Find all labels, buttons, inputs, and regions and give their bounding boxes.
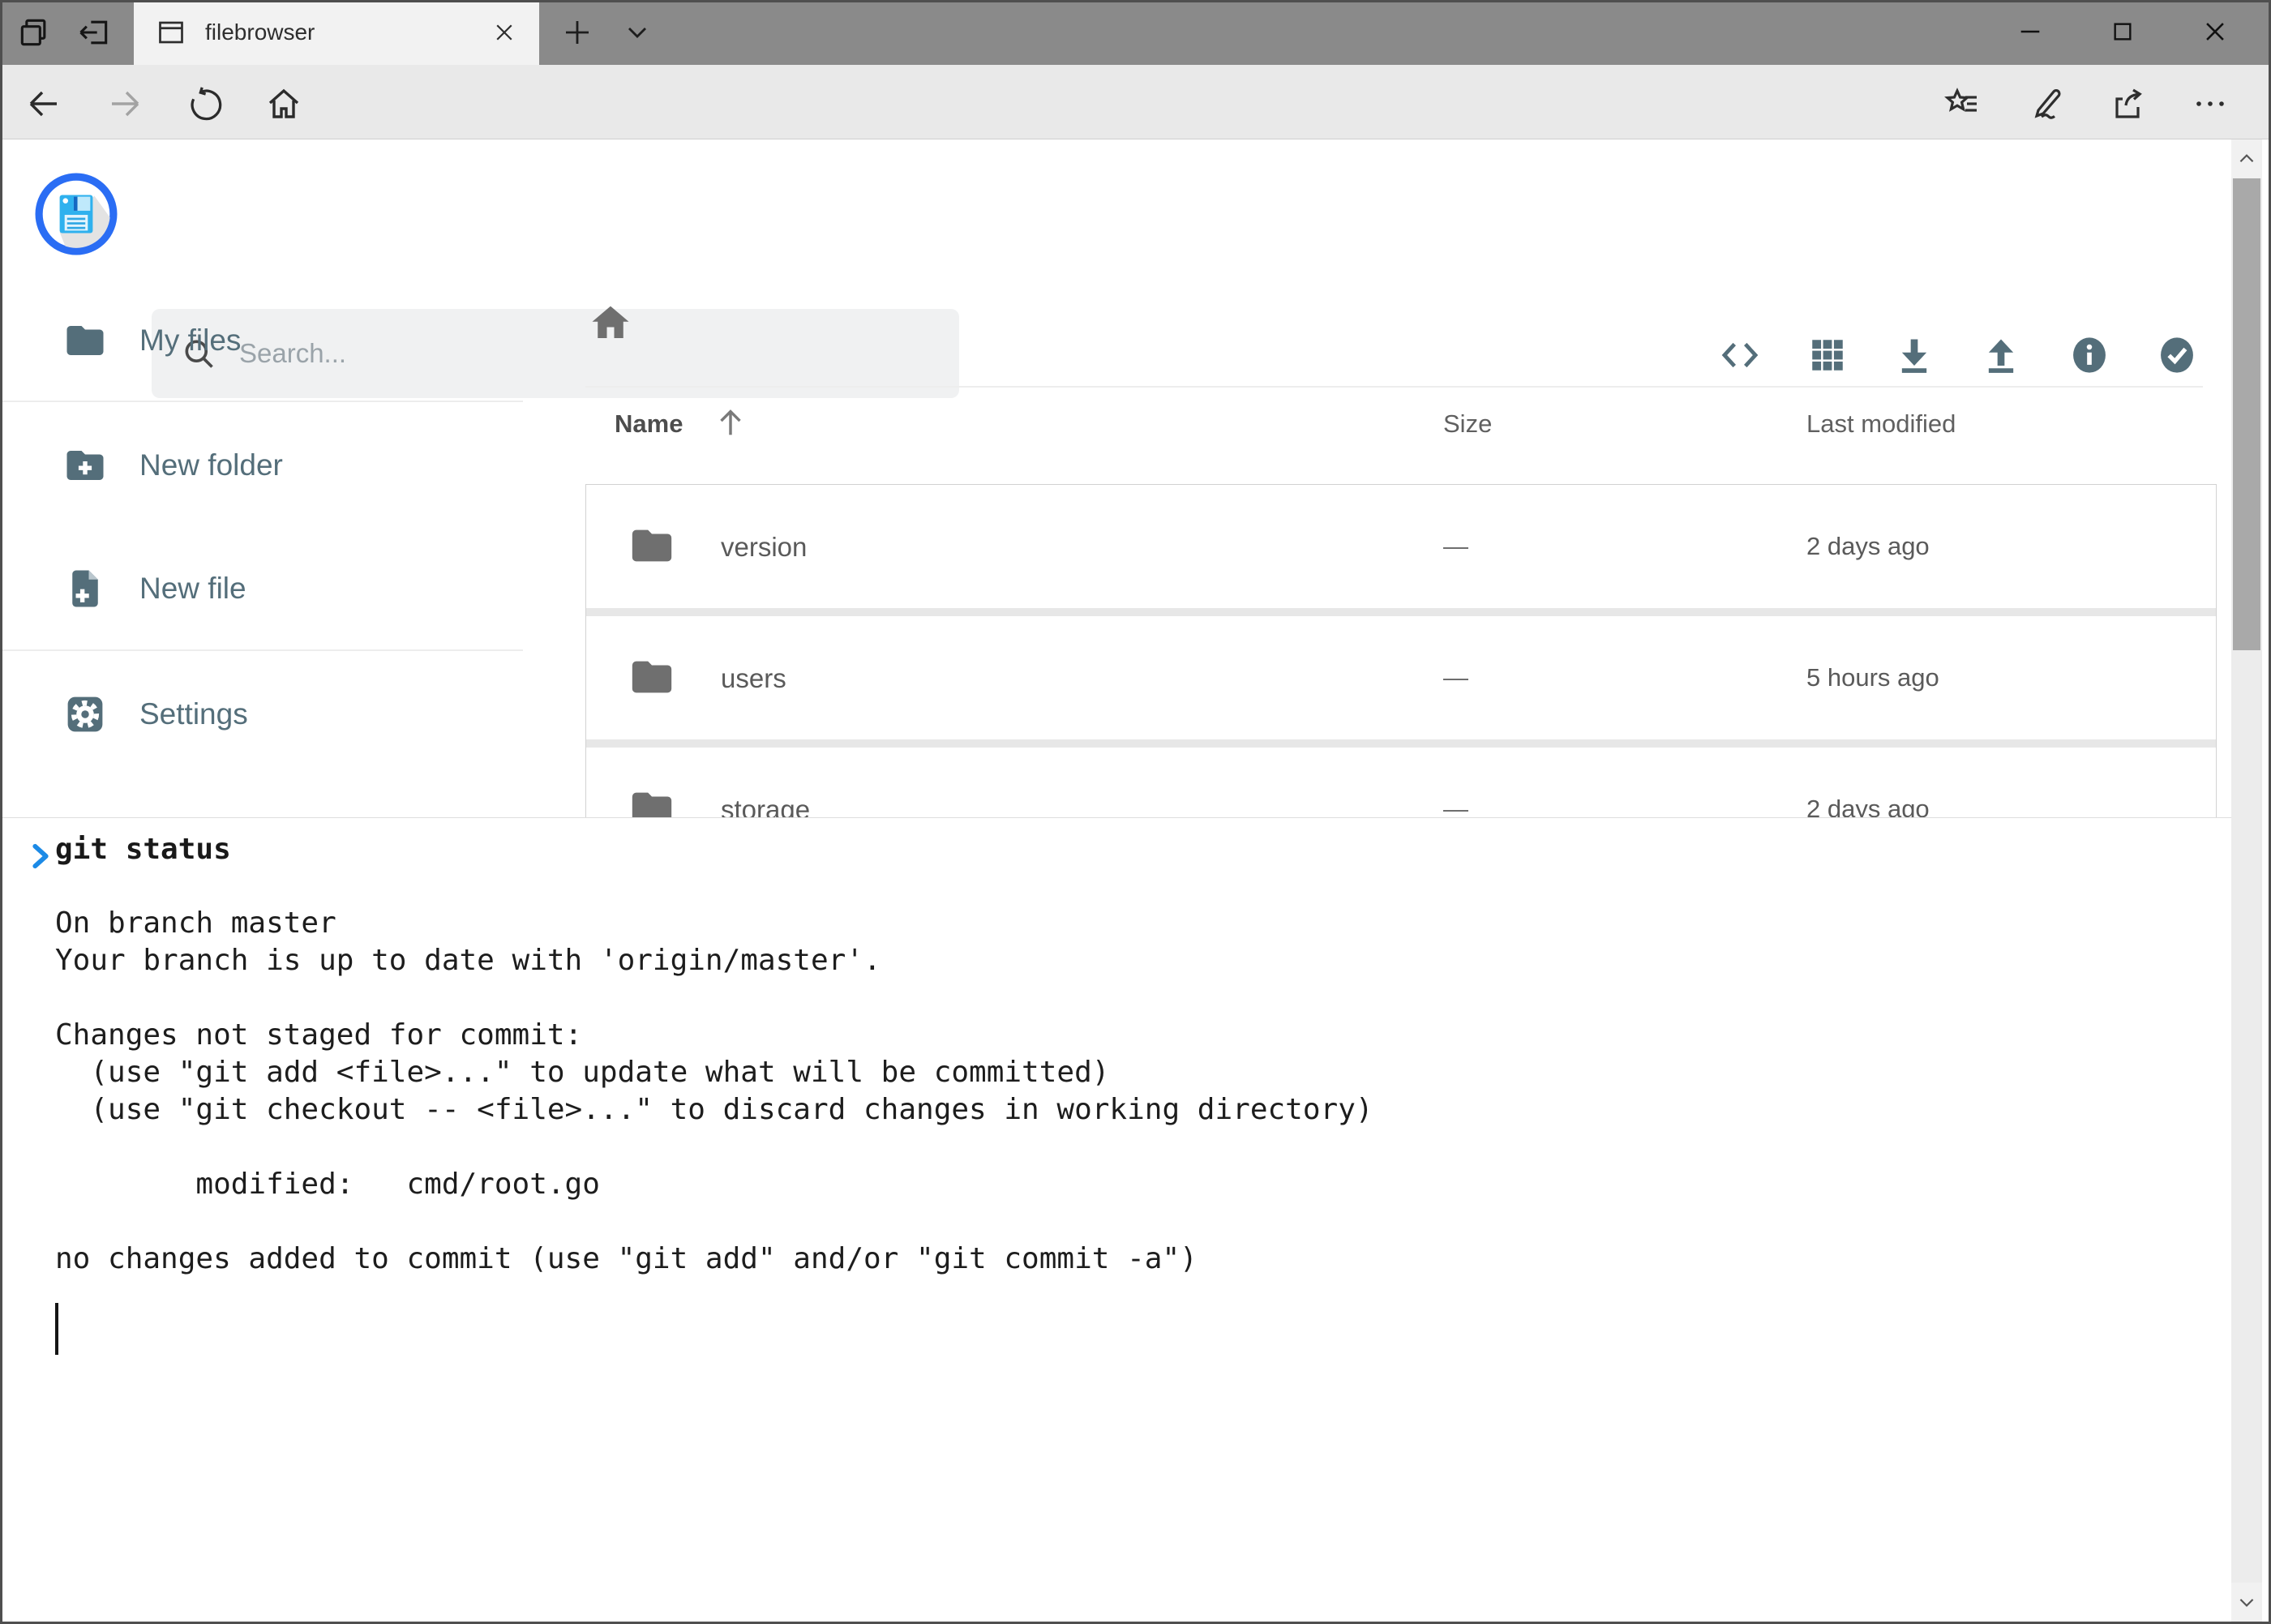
share-button[interactable] [2105,81,2150,126]
file-row-users[interactable]: users — 5 hours ago [586,616,2216,739]
chevron-up-icon [2236,148,2257,169]
annotate-button[interactable] [2022,81,2067,126]
breadcrumb-home-button[interactable] [589,302,632,345]
filebrowser-logo [35,173,118,255]
sidebar-item-new-folder[interactable]: New folder [0,405,535,526]
file-modified: 2 days ago [1806,532,1930,561]
refresh-button[interactable] [183,81,229,126]
forward-button[interactable] [102,81,148,126]
sidebar-item-label: New folder [139,448,283,482]
scrollbar-thumb[interactable] [2233,178,2260,650]
sort-up-arrow-icon[interactable] [712,404,749,441]
plus-icon [560,15,594,49]
sidebar-item-new-file[interactable]: New file [0,528,535,649]
column-header-size[interactable]: Size [1443,409,1492,439]
tab-preview-icon [16,15,52,50]
chevron-down-icon [621,16,653,49]
select-multiple-button[interactable] [2155,333,2199,377]
tab-favicon [156,18,186,47]
window-maximize-button[interactable] [2080,0,2165,63]
browser-toolbar: filebrowser.web /files/ [0,65,2271,139]
info-icon [2068,334,2110,376]
column-header-modified[interactable]: Last modified [1806,409,1956,439]
sidebar-item-my-files[interactable]: My files [0,280,535,401]
sidebar-item-label: New file [139,572,246,606]
terminal-panel[interactable]: git status On branch master Your branch … [2,817,2231,1622]
folder-icon [628,653,675,701]
refresh-icon [187,85,225,122]
header-divider [585,386,2203,388]
tab-preview-toggle-button[interactable] [13,11,55,54]
switch-view-button[interactable] [1806,333,1849,377]
file-name: version [721,532,807,563]
tab-filebrowser[interactable]: filebrowser [134,0,539,65]
terminal-command: git status [55,831,231,868]
maximize-icon [2110,19,2136,45]
tab-title: filebrowser [205,19,492,45]
terminal-cursor [55,1303,58,1355]
file-row-version[interactable]: version — 2 days ago [586,485,2216,608]
prompt-chevron-icon [27,841,54,872]
home-button[interactable] [261,81,306,126]
home-outline-icon [264,84,303,123]
sidebar-item-label: My files [139,324,241,358]
tab-list-button[interactable] [616,11,658,54]
favorites-hub-button[interactable] [1939,81,1985,126]
sidebar-item-settings[interactable]: Settings [0,653,535,775]
set-aside-icon [76,15,112,50]
folder-icon [628,522,675,569]
file-size: — [1443,663,1468,692]
code-icon [1718,333,1762,377]
download-button[interactable] [1892,333,1936,377]
upload-icon [1980,334,2022,376]
grid-view-icon [1807,335,1848,375]
tab-bar: filebrowser [0,0,2271,65]
sidebar-divider [0,649,523,651]
share-icon [2108,84,2147,123]
file-info-button[interactable] [2067,333,2111,377]
window-close-button[interactable] [2173,0,2257,63]
pen-icon [2025,84,2064,123]
check-circle-icon [2156,334,2198,376]
ellipsis-icon [2191,84,2230,123]
window-minimize-button[interactable] [1988,0,2072,63]
upload-button[interactable] [1979,333,2023,377]
terminal-output: On branch master Your branch is up to da… [55,905,1373,1278]
file-listing: version — 2 days ago users — 5 hours ago… [585,484,2217,871]
file-name: users [721,663,786,694]
scrollbar-up-button[interactable] [2231,139,2262,178]
chevron-down-icon [2236,1592,2257,1613]
forward-arrow-icon [105,84,144,123]
settings-icon [63,692,107,736]
sidebar-item-label: Settings [139,697,248,731]
minimize-icon [2016,18,2044,45]
file-size: — [1443,532,1468,561]
home-icon [589,302,632,345]
favorites-list-icon [1943,84,1982,123]
download-icon [1893,334,1935,376]
back-button[interactable] [21,81,66,126]
page-scrollbar[interactable] [2231,139,2262,1622]
create-file-icon [63,567,107,611]
close-icon [2201,18,2229,45]
settings-more-button[interactable] [2187,81,2233,126]
app-header [2,140,2231,290]
set-tabs-aside-button[interactable] [73,11,115,54]
tab-close-icon[interactable] [492,20,516,45]
new-tab-button[interactable] [556,11,598,54]
browser-window: filebrowser [0,0,2271,1624]
raw-view-button[interactable] [1718,333,1762,377]
folder-icon [63,319,107,362]
back-arrow-icon [24,84,63,123]
scrollbar-down-button[interactable] [2231,1583,2262,1622]
sidebar-divider [0,401,523,402]
create-folder-icon [63,443,107,487]
column-header-name[interactable]: Name [615,409,683,439]
file-modified: 5 hours ago [1806,663,1939,692]
